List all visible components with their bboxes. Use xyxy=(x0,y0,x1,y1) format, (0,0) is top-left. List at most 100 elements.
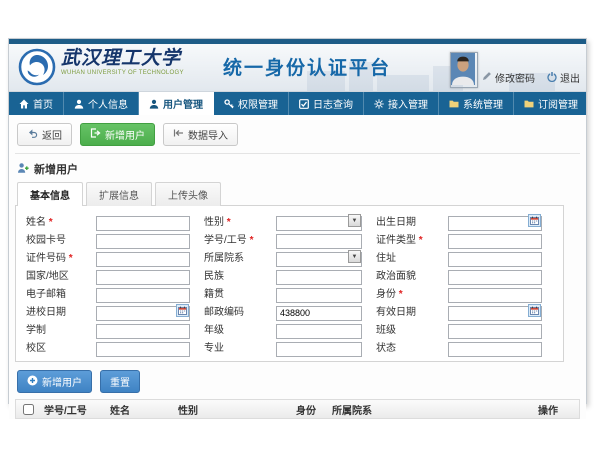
add-user-toolbar-label: 新增用户 xyxy=(105,127,145,142)
field-label-text: 国家/地区 xyxy=(26,271,69,282)
identity-input[interactable] xyxy=(448,288,542,303)
tab-extended-info[interactable]: 扩展信息 xyxy=(86,182,152,206)
submit-add-user-button[interactable]: 新增用户 xyxy=(17,370,92,393)
calendar-icon[interactable] xyxy=(528,304,541,317)
field-country-region xyxy=(96,267,190,282)
header: 武汉理工大学 WUHAN UNIVERSITY OF TECHNOLOGY 统一… xyxy=(9,44,586,92)
postal-code-input[interactable] xyxy=(276,306,362,321)
column-header-identity: 身份 xyxy=(292,402,328,417)
field-label-text: 民族 xyxy=(204,271,224,282)
class-input[interactable] xyxy=(448,324,542,339)
toolbar: 返回 新增用户 数据导入 xyxy=(15,115,580,154)
field-label-native-place: 籍贯 xyxy=(204,285,262,300)
user-form: 姓名 *性别 *▼出生日期校园卡号学号/工号 *证件类型 *证件号码 *所属院系… xyxy=(26,213,553,354)
logout-link[interactable]: 退出 xyxy=(547,70,580,85)
field-label-text: 政治面貌 xyxy=(376,271,416,282)
ethnicity-input[interactable] xyxy=(276,270,362,285)
nav-item-permission-management[interactable]: 权限管理 xyxy=(214,92,289,115)
chevron-down-icon[interactable]: ▼ xyxy=(348,250,361,263)
nav-item-subscription-management[interactable]: 订阅管理 xyxy=(514,92,589,115)
field-label-text: 住址 xyxy=(376,253,396,264)
field-campus xyxy=(96,339,190,354)
field-label-valid-date: 有效日期 xyxy=(376,303,434,318)
tab-upload-avatar[interactable]: 上传头像 xyxy=(155,182,221,206)
field-label-name: 姓名 * xyxy=(26,213,82,228)
field-name xyxy=(96,213,190,228)
student-employee-no-input[interactable] xyxy=(276,234,362,249)
section-header: 新增用户 xyxy=(15,154,580,182)
country-region-input[interactable] xyxy=(96,270,190,285)
field-label-text: 籍贯 xyxy=(204,289,224,300)
status-input[interactable] xyxy=(448,342,542,357)
field-grade xyxy=(276,321,362,336)
nav-item-profile[interactable]: 个人信息 xyxy=(64,92,139,115)
field-id-type xyxy=(448,231,542,246)
user-icon xyxy=(149,99,159,109)
field-id-number xyxy=(96,249,190,264)
section-title: 新增用户 xyxy=(34,161,78,177)
calendar-icon[interactable] xyxy=(176,304,189,317)
campus-card-no-input[interactable] xyxy=(96,234,190,249)
logout-label: 退出 xyxy=(560,70,580,85)
avatar xyxy=(450,52,478,88)
field-label-status: 状态 xyxy=(376,339,434,354)
folder-icon xyxy=(449,99,459,109)
chevron-down-icon[interactable]: ▼ xyxy=(348,214,361,227)
field-label-identity: 身份 * xyxy=(376,285,434,300)
nav-item-label: 权限管理 xyxy=(238,96,278,111)
field-label-grade: 年级 xyxy=(204,321,262,336)
nav-item-label: 接入管理 xyxy=(388,96,428,111)
reset-button[interactable]: 重置 xyxy=(100,370,140,393)
field-label-id-type: 证件类型 * xyxy=(376,231,434,246)
field-label-text: 所属院系 xyxy=(204,253,244,264)
field-gender: ▼ xyxy=(276,213,362,228)
campus-input[interactable] xyxy=(96,342,190,357)
field-label-text: 班级 xyxy=(376,325,396,336)
nav-item-home[interactable]: 首页 xyxy=(9,92,64,115)
power-icon xyxy=(547,71,557,85)
tab-basic-info[interactable]: 基本信息 xyxy=(17,182,83,206)
main-nav: 首页个人信息用户管理 权限管理 日志查询 接入管理 系统管理订阅管理 xyxy=(9,92,586,115)
field-enrollment-date xyxy=(96,303,190,318)
field-label-class: 班级 xyxy=(376,321,434,336)
schooling-length-input[interactable] xyxy=(96,324,190,339)
change-password-link[interactable]: 修改密码 xyxy=(482,70,535,85)
add-user-toolbar-button[interactable]: 新增用户 xyxy=(80,123,155,146)
field-label-campus: 校区 xyxy=(26,339,82,354)
field-label-student-employee-no: 学号/工号 * xyxy=(204,231,262,246)
nav-item-log-query[interactable]: 日志查询 xyxy=(289,92,364,115)
log-icon xyxy=(299,99,309,109)
name-input[interactable] xyxy=(96,216,190,231)
form-panel: 姓名 *性别 *▼出生日期校园卡号学号/工号 *证件类型 *证件号码 *所属院系… xyxy=(15,205,564,362)
select-all-checkbox[interactable] xyxy=(23,404,34,415)
back-button[interactable]: 返回 xyxy=(17,123,72,146)
nav-item-system-management[interactable]: 系统管理 xyxy=(439,92,514,115)
field-label-text: 学号/工号 xyxy=(204,235,247,246)
home-icon xyxy=(19,99,29,109)
field-birth-date xyxy=(448,213,542,228)
id-number-input[interactable] xyxy=(96,252,190,267)
folder-icon xyxy=(524,99,534,109)
nav-item-label: 日志查询 xyxy=(313,96,353,111)
political-status-input[interactable] xyxy=(448,270,542,285)
native-place-input[interactable] xyxy=(276,288,362,303)
nav-item-user-management[interactable]: 用户管理 xyxy=(139,92,214,115)
submit-label: 新增用户 xyxy=(42,374,82,389)
field-label-text: 性别 xyxy=(204,217,224,228)
field-label-text: 校园卡号 xyxy=(26,235,66,246)
id-type-input[interactable] xyxy=(448,234,542,249)
nav-item-label: 系统管理 xyxy=(463,96,503,111)
nav-item-access-management[interactable]: 接入管理 xyxy=(364,92,439,115)
major-input[interactable] xyxy=(276,342,362,357)
field-label-text: 姓名 xyxy=(26,217,46,228)
field-label-text: 进校日期 xyxy=(26,307,66,318)
email-input[interactable] xyxy=(96,288,190,303)
field-label-political-status: 政治面貌 xyxy=(376,267,434,282)
field-ethnicity xyxy=(276,267,362,282)
field-postal-code xyxy=(276,303,362,318)
grade-input[interactable] xyxy=(276,324,362,339)
address-input[interactable] xyxy=(448,252,542,267)
calendar-icon[interactable] xyxy=(528,214,541,227)
reset-label: 重置 xyxy=(110,374,130,389)
data-import-button[interactable]: 数据导入 xyxy=(163,123,238,146)
